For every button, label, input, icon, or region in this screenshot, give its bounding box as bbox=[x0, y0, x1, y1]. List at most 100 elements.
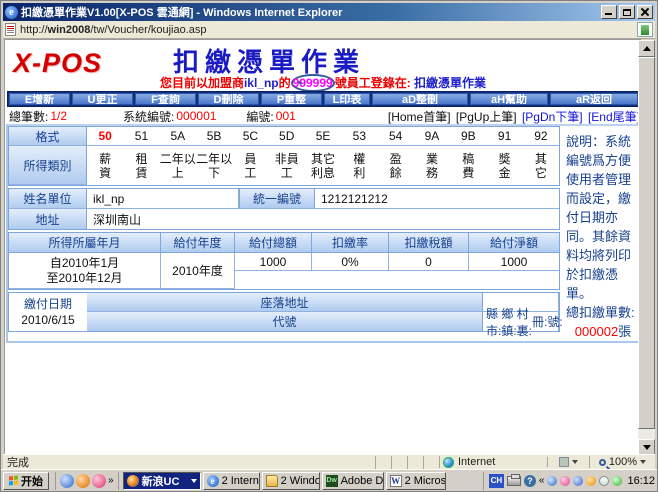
county-field[interactable]: 縣市: bbox=[483, 305, 501, 339]
name-unit-value[interactable]: ikl_np bbox=[87, 189, 239, 209]
quick-launch-icon-1[interactable] bbox=[60, 473, 74, 488]
format-code[interactable]: 5B bbox=[196, 129, 232, 143]
feed-button[interactable] bbox=[637, 22, 653, 37]
nav-home-first[interactable]: [Home首筆] bbox=[388, 110, 451, 124]
format-code[interactable]: 5A bbox=[160, 129, 196, 143]
query-button[interactable]: F查詢 bbox=[135, 93, 196, 105]
word-icon: W bbox=[389, 474, 402, 487]
windows-logo-icon bbox=[9, 475, 18, 486]
book-field[interactable]: 冊: bbox=[532, 313, 547, 330]
rate-header: 扣繳率 bbox=[312, 233, 389, 253]
help-tray-icon[interactable]: ? bbox=[523, 474, 536, 487]
update-button[interactable]: U更正 bbox=[72, 93, 133, 105]
help-button[interactable]: aH幫助 bbox=[470, 93, 548, 105]
tray-icon-3[interactable] bbox=[573, 475, 584, 486]
tax-value[interactable]: 0 bbox=[389, 253, 469, 271]
note-sidebar: 說明：系統編號爲方便使用者管理而設定，繳付日期亦同。其餘資料均將列印於扣繳憑單。… bbox=[560, 126, 640, 341]
dreamweaver-icon: Dw bbox=[325, 474, 338, 487]
print-button[interactable]: L印表 bbox=[324, 93, 370, 105]
address-value[interactable]: 深圳南山 bbox=[87, 209, 559, 229]
minimize-button[interactable] bbox=[601, 5, 617, 19]
status-segment bbox=[423, 455, 439, 469]
category-item: 獎金 bbox=[498, 151, 511, 180]
vertical-scrollbar[interactable] bbox=[638, 40, 655, 456]
scroll-up-button[interactable] bbox=[638, 40, 655, 57]
format-code[interactable]: 53 bbox=[341, 129, 377, 143]
note-text: 說明：系統編號爲方便使用者管理而設定，繳付日期亦同。其餘資料均將列印於扣繳憑單。 bbox=[566, 134, 632, 301]
close-button[interactable] bbox=[637, 5, 653, 19]
nav-pgup-prev[interactable]: [PgUp上筆] bbox=[456, 110, 517, 124]
zoom-control[interactable]: 100% bbox=[589, 456, 655, 468]
format-code[interactable]: 9B bbox=[450, 129, 486, 143]
format-code[interactable]: 51 bbox=[123, 129, 159, 143]
page-icon bbox=[5, 23, 16, 36]
url-text[interactable]: http://win2008/tw/Voucher/koujiao.asp bbox=[20, 24, 637, 36]
code-fields-row: 縣市: 鄉鎮: 村裏: 冊: 號: bbox=[483, 307, 563, 338]
nav-end-last[interactable]: [End尾筆] bbox=[588, 110, 640, 124]
category-item: 業務 bbox=[425, 151, 438, 180]
batch-delete-button[interactable]: aD整刪 bbox=[372, 93, 468, 105]
category-item: 盈餘 bbox=[389, 151, 402, 180]
record-navigation: [Home首筆] [PgUp上筆] [PgDn下筆] [End尾筆] bbox=[386, 108, 641, 125]
address-label: 地址 bbox=[9, 209, 87, 229]
quick-launch-icon-3[interactable] bbox=[92, 473, 106, 488]
pay-date-value[interactable]: 2010/6/15 bbox=[21, 312, 74, 328]
chevron-left-icon[interactable]: « bbox=[539, 475, 545, 486]
format-code[interactable]: 5E bbox=[305, 129, 341, 143]
taskbar-item-dreamweaver[interactable]: Dw Adobe Drea... bbox=[321, 471, 384, 490]
format-code[interactable]: 9A bbox=[414, 129, 450, 143]
format-code[interactable]: 92 bbox=[523, 129, 559, 143]
tray-icon-6[interactable] bbox=[612, 475, 623, 486]
quick-launch: » bbox=[55, 471, 119, 490]
quick-launch-icon-2[interactable] bbox=[76, 473, 90, 488]
zoom-level: 100% bbox=[608, 456, 638, 468]
rate-value[interactable]: 0% bbox=[312, 253, 389, 271]
pay-year-value[interactable]: 2010年度 bbox=[161, 253, 235, 289]
format-code[interactable]: 50 bbox=[87, 129, 123, 143]
system-no-label: 系統編號: bbox=[123, 109, 175, 124]
start-button[interactable]: 开始 bbox=[3, 471, 49, 490]
net-value[interactable]: 1000 bbox=[469, 253, 559, 271]
tray-icon-4[interactable] bbox=[586, 475, 597, 486]
township-field[interactable]: 鄉鎮: bbox=[501, 305, 516, 339]
printer-icon[interactable] bbox=[506, 473, 521, 486]
page-content: X-POS 扣繳憑單作業 您目前以加盟商ikl_np的 999999 號員工登錄在:… bbox=[4, 39, 641, 456]
gross-value[interactable]: 1000 bbox=[235, 253, 312, 271]
taskbar-item-word[interactable]: W 2 Microso... bbox=[385, 471, 446, 490]
record-bar: 總筆數: 1/2 系統編號: 000001 編號: 001 [Home首筆] [… bbox=[5, 108, 641, 124]
ime-indicator[interactable]: CH bbox=[488, 473, 504, 488]
maximize-button[interactable] bbox=[619, 5, 635, 19]
return-button[interactable]: aR返回 bbox=[550, 93, 638, 105]
add-button[interactable]: E增新 bbox=[9, 93, 70, 105]
format-code[interactable]: 91 bbox=[486, 129, 522, 143]
total-vouchers-value: 000002張 bbox=[574, 324, 632, 339]
income-empty-row[interactable] bbox=[235, 271, 559, 289]
nav-pgdn-next[interactable]: [PgDn下筆] bbox=[522, 110, 583, 124]
refresh-button[interactable]: P重整 bbox=[261, 93, 322, 105]
tray-icon-5[interactable] bbox=[599, 475, 610, 486]
format-section: 格式 50 51 5A 5B 5C 5D 5E 53 54 9A 9B 91 9… bbox=[8, 126, 560, 186]
taskbar: 开始 » 新浪UC e 2 Interne... 2 Windows... bbox=[1, 469, 657, 491]
magnifier-icon bbox=[598, 458, 606, 466]
taskbar-item-internet-explorer[interactable]: e 2 Interne... bbox=[202, 471, 260, 490]
location-section: 座落地址 繳付日期 2010/6/15 代號 縣市: 鄉鎮: 村裏: 冊: 號: bbox=[8, 292, 563, 338]
taskbar-item-windows-explorer[interactable]: 2 Windows... bbox=[261, 471, 320, 490]
taskbar-item-sina-uc[interactable]: 新浪UC bbox=[122, 471, 201, 490]
format-code[interactable]: 5C bbox=[232, 129, 268, 143]
chevron-right-icon[interactable]: » bbox=[108, 475, 114, 486]
tray-icon-2[interactable] bbox=[560, 475, 571, 486]
url-prefix: http:// bbox=[20, 23, 48, 36]
category-item: 權利 bbox=[353, 151, 366, 180]
name-unit-label: 姓名單位 bbox=[9, 189, 87, 209]
village-field[interactable]: 村裏: bbox=[517, 305, 532, 339]
protected-mode-control[interactable] bbox=[547, 457, 589, 467]
format-code[interactable]: 5D bbox=[269, 129, 305, 143]
income-period-header: 所得所屬年月 bbox=[9, 233, 161, 253]
uid-value[interactable]: 1212121212 bbox=[315, 189, 559, 209]
tray-icon-1[interactable] bbox=[547, 475, 558, 486]
income-period-value[interactable]: 自2010年1月 至2010年12月 bbox=[9, 253, 161, 289]
delete-button[interactable]: D刪除 bbox=[198, 93, 259, 105]
internet-globe-icon bbox=[443, 456, 454, 468]
format-code[interactable]: 54 bbox=[378, 129, 414, 143]
scrollbar-thumb[interactable] bbox=[638, 57, 655, 429]
